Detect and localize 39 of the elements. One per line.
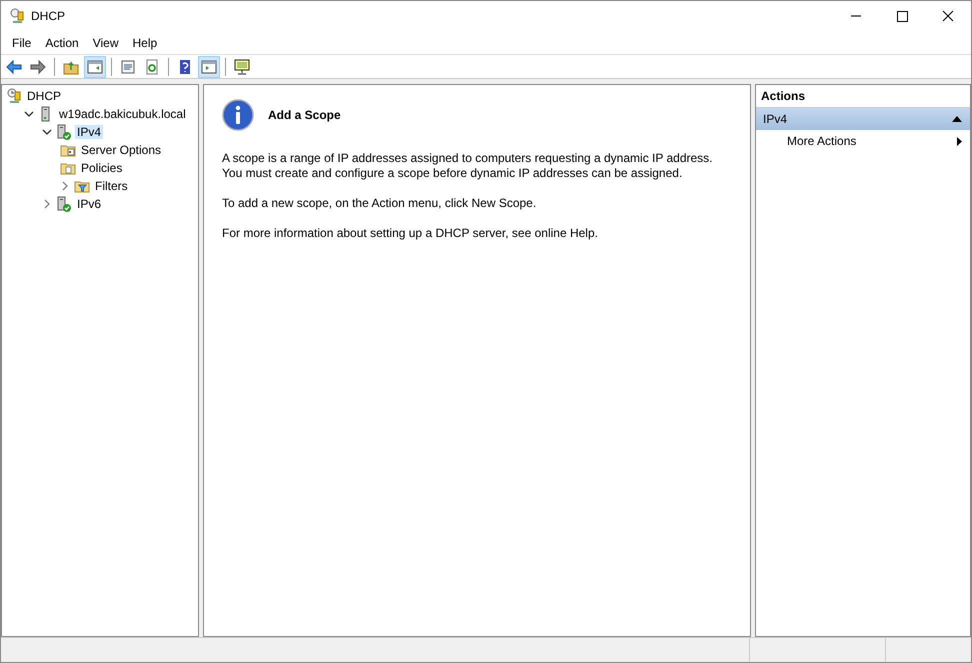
window-pane-icon — [87, 58, 103, 74]
refresh-icon — [144, 58, 160, 74]
info-icon — [222, 99, 254, 131]
tree-item[interactable]: Policies — [79, 161, 124, 175]
tree-item[interactable]: Server Options — [79, 143, 164, 157]
actions-section-header[interactable]: IPv4 — [756, 108, 970, 130]
tree-item[interactable]: w19adc.bakicubuk.local — [57, 107, 188, 121]
window-pane-icon — [201, 58, 217, 74]
monitor-icon — [234, 58, 250, 74]
server-check-icon — [56, 124, 72, 140]
menu-item[interactable]: View — [86, 36, 126, 50]
action-link[interactable]: More Actions — [787, 134, 856, 148]
tree-item[interactable]: Filters — [93, 179, 130, 193]
window-title: DHCP — [31, 9, 66, 23]
submenu-arrow-icon — [957, 136, 962, 146]
section-label: IPv4 — [763, 112, 788, 126]
help-icon — [177, 58, 193, 74]
chevron-down-icon[interactable] — [24, 109, 34, 119]
folder-up-icon — [63, 58, 79, 74]
document-lines-icon — [120, 58, 136, 74]
forward-arrow-icon — [30, 58, 46, 74]
server-check-icon — [56, 196, 72, 212]
toolbar-button[interactable] — [198, 56, 220, 78]
content-paragraph: To add a new scope, on the Action menu, click New Scope. — [222, 196, 538, 211]
tree-item[interactable]: IPv6 — [75, 197, 104, 211]
chevron-right-icon[interactable] — [42, 199, 52, 209]
tree-item[interactable]: DHCP — [25, 89, 64, 103]
content-heading: Add a Scope — [268, 108, 341, 122]
collapse-icon[interactable] — [952, 116, 962, 122]
content-paragraph: For more information about setting up a DHCP server, see online Help. — [222, 226, 599, 241]
tree-item[interactable]: IPv4 — [75, 125, 104, 139]
content-paragraph: A scope is a range of IP addresses assigned to computers requesting a dynamic IP address. You must create and configure a scope before dynamic IP addresses can be assigned. — [222, 151, 714, 181]
menu-item[interactable]: Action — [38, 36, 86, 50]
chevron-down-icon[interactable] — [42, 127, 52, 137]
toolbar-button[interactable] — [84, 56, 106, 78]
chevron-right-icon[interactable] — [60, 181, 70, 191]
menu-item[interactable]: Help — [126, 36, 164, 50]
back-arrow-icon — [6, 58, 22, 74]
menu-item[interactable]: File — [5, 36, 38, 50]
